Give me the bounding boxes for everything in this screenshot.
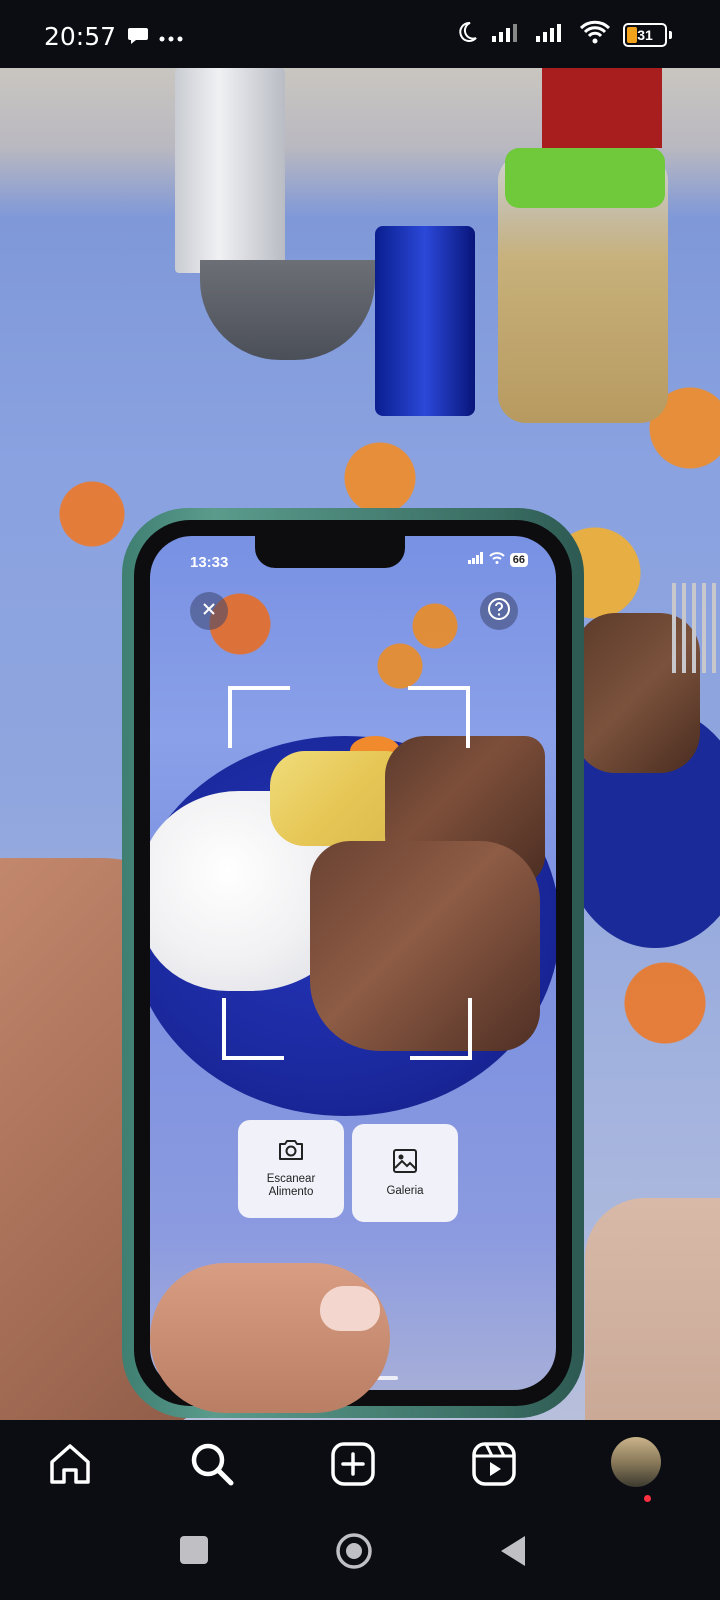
gallery-label: Galeria — [386, 1184, 424, 1197]
gallery-button[interactable]: Galeria — [352, 1124, 458, 1222]
status-bar: 20:57 31 — [0, 0, 720, 68]
system-nav — [0, 1508, 720, 1600]
video-frame[interactable]: 13:33 66 Escanear Alimento Galeria — [0, 68, 720, 1420]
search-icon — [189, 1441, 235, 1492]
more-dots-icon — [159, 30, 183, 48]
inner-status-time: 13:33 — [190, 554, 229, 571]
recents-button[interactable] — [180, 1536, 208, 1564]
nav-search[interactable] — [188, 1442, 236, 1490]
image-icon — [392, 1148, 418, 1179]
nav-reels[interactable] — [470, 1441, 518, 1492]
inner-battery: 66 — [509, 552, 528, 567]
scan-frame-corner — [410, 998, 472, 1060]
jar-lid — [505, 148, 665, 208]
scan-frame-corner — [408, 686, 470, 748]
close-icon — [201, 601, 217, 622]
bottom-nav — [0, 1420, 720, 1508]
scan-frame-corner — [228, 686, 290, 748]
home-button[interactable] — [335, 1532, 373, 1570]
bottle — [175, 68, 285, 273]
chat-bubble-icon — [127, 26, 149, 51]
notification-dot — [644, 1495, 651, 1502]
bowl — [200, 260, 375, 360]
help-icon — [487, 597, 511, 626]
scan-food-button[interactable]: Escanear Alimento — [238, 1120, 344, 1218]
signal-icon — [491, 22, 523, 47]
help-button[interactable] — [480, 592, 518, 630]
fork — [672, 583, 720, 673]
phone-notch — [255, 536, 405, 568]
battery-icon: 31 — [623, 22, 667, 47]
create-icon — [330, 1441, 376, 1492]
scan-frame-corner — [222, 998, 284, 1060]
thumbnail — [320, 1286, 380, 1331]
scan-label: Escanear — [266, 1172, 316, 1185]
red-bottle — [542, 68, 662, 148]
camera-icon — [277, 1138, 305, 1167]
signal-icon — [467, 552, 484, 567]
wifi-icon — [489, 552, 505, 567]
status-time: 20:57 — [44, 22, 117, 51]
phone-screen: 13:33 66 Escanear Alimento Galeria — [150, 536, 556, 1390]
knee — [585, 1198, 720, 1420]
reels-icon — [471, 1441, 517, 1492]
profile-avatar[interactable] — [611, 1437, 661, 1487]
blue-cup — [375, 226, 475, 416]
nav-create[interactable] — [329, 1441, 377, 1492]
nav-home[interactable] — [46, 1442, 94, 1490]
home-icon — [47, 1442, 93, 1491]
close-button[interactable] — [190, 592, 228, 630]
signal-icon — [535, 22, 567, 47]
back-button[interactable] — [498, 1534, 528, 1568]
scan-label: Alimento — [268, 1186, 314, 1199]
wifi-icon — [579, 20, 611, 49]
moon-icon — [455, 20, 479, 49]
